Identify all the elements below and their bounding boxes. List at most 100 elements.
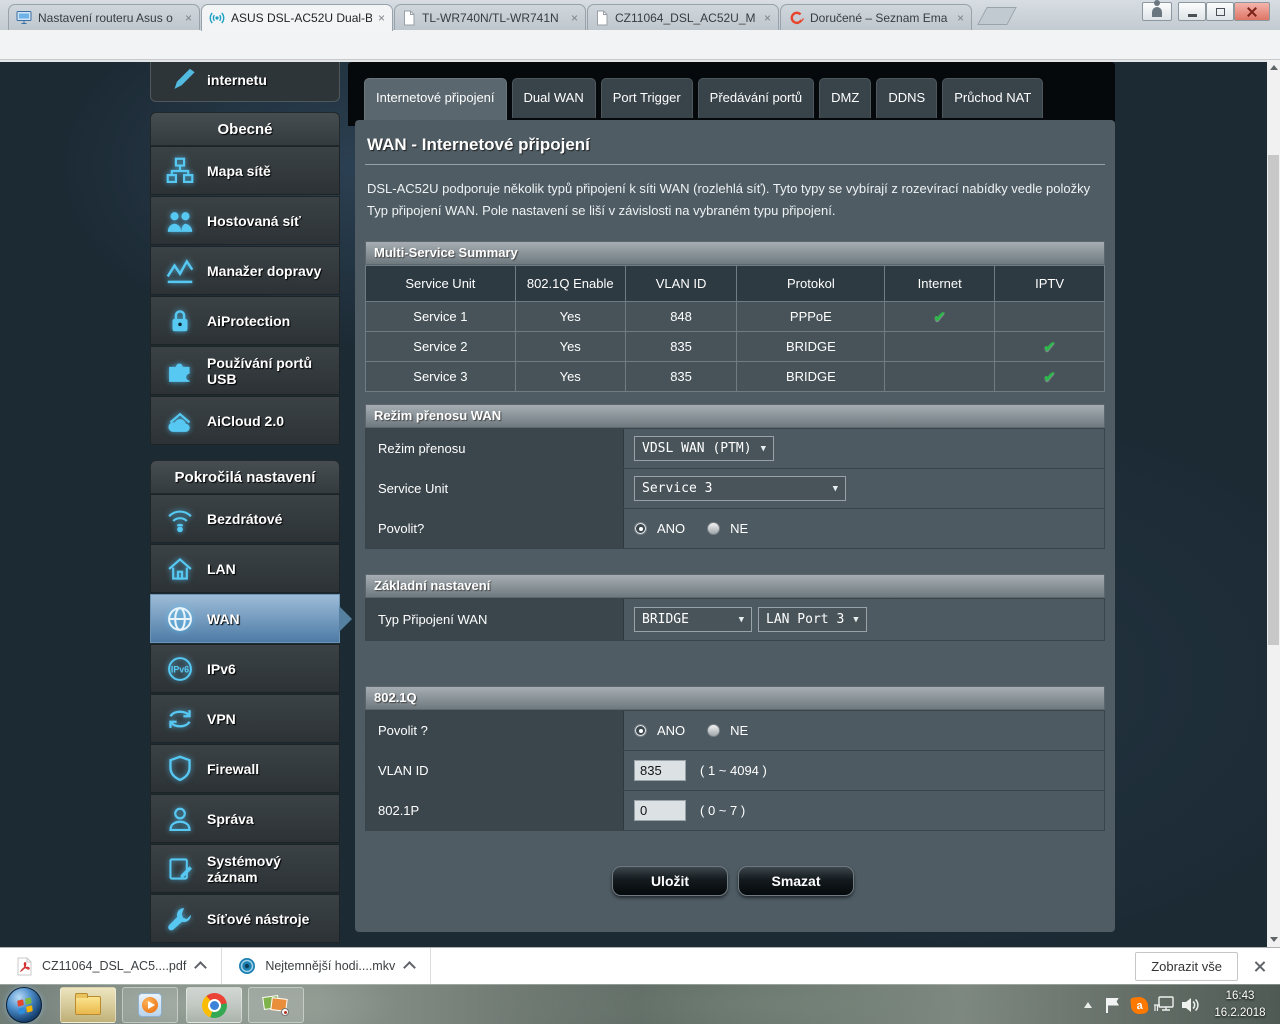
table-row: Service 1 Yes 848 PPPoE ✔	[365, 301, 1105, 333]
start-button[interactable]	[6, 987, 42, 1023]
tab-title: Doručené – Seznam Ema	[810, 10, 948, 25]
new-tab-button[interactable]	[977, 7, 1017, 25]
close-button[interactable]	[1234, 2, 1270, 21]
sidebar-item-ipv6[interactable]: IPv6 IPv6	[150, 644, 340, 693]
section-header-summary: Multi-Service Summary	[365, 241, 1105, 266]
table-cell: ✔	[994, 361, 1105, 393]
profile-button[interactable]	[1142, 0, 1172, 21]
delete-button[interactable]: Smazat	[738, 866, 854, 897]
sidebar-item-vpn[interactable]: VPN	[150, 694, 340, 743]
sidebar-item-quick-setup[interactable]: internetu	[150, 62, 340, 102]
table-cell: Yes	[514, 331, 626, 363]
wan-type-dropdown[interactable]: BRIDGE ▼	[634, 607, 752, 633]
tab-dmz[interactable]: DMZ	[819, 78, 872, 118]
sidebar-item-network-map[interactable]: Mapa sítě	[150, 146, 340, 195]
download-item-pdf[interactable]: CZ11064_DSL_AC5....pdf	[0, 948, 223, 984]
wan-mode-form: Režim přenosu VDSL WAN (PTM) ▼ Service Un…	[365, 428, 1105, 550]
caret-down-icon: ▼	[832, 483, 838, 494]
field-label: 802.1P	[366, 791, 624, 831]
download-item-mkv[interactable]: Nejtemnější hodi....mkv	[222, 948, 432, 984]
ipv6-icon: IPv6	[168, 656, 192, 681]
sidebar-item-label: Firewall	[207, 760, 260, 777]
check-icon: ✔	[1043, 338, 1056, 356]
tab-close-icon[interactable]: ×	[764, 12, 771, 24]
browser-tab-2-active[interactable]: ASUS DSL-AC52U Dual-B ×	[201, 4, 393, 31]
tab-port-trigger[interactable]: Port Trigger	[600, 78, 693, 118]
page-scrollbar[interactable]	[1267, 60, 1280, 947]
wifi-signal-icon	[209, 12, 225, 24]
radio-yes[interactable]	[634, 522, 647, 536]
sidebar-item-lan[interactable]: LAN	[150, 544, 340, 593]
sidebar-item-guest-network[interactable]: Hostovaná síť	[150, 196, 340, 245]
sidebar-item-firewall[interactable]: Firewall	[150, 744, 340, 793]
browser-tab-5[interactable]: Doručené – Seznam Ema ×	[780, 4, 972, 30]
browser-tab-1[interactable]: Nastavení routeru Asus o ×	[8, 4, 200, 30]
sidebar-item-usb[interactable]: Používání portů USB	[150, 346, 340, 395]
tab-close-icon[interactable]: ×	[378, 12, 385, 24]
vlan-id-input[interactable]	[634, 760, 686, 782]
sidebar-item-administration[interactable]: Správa	[150, 794, 340, 843]
lan-port-dropdown[interactable]: LAN Port 3 ▼	[758, 607, 867, 633]
radio-no[interactable]	[707, 724, 721, 738]
tab-port-forwarding[interactable]: Předávání portů	[697, 78, 815, 118]
minimize-button[interactable]	[1178, 2, 1206, 21]
tab-close-icon[interactable]: ×	[185, 12, 192, 24]
sidebar-item-aiprotection[interactable]: AiProtection	[150, 296, 340, 345]
tray-volume-icon[interactable]	[1178, 985, 1202, 1024]
table-cell: Service 3	[365, 361, 516, 393]
close-download-bar-icon[interactable]	[1254, 960, 1266, 972]
taskbar-clock[interactable]: 16:43 16.2.2018	[1204, 988, 1276, 1022]
sidebar-item-label: VPN	[207, 710, 236, 727]
taskbar-chrome-button[interactable]	[186, 987, 242, 1023]
tab-dual-wan[interactable]: Dual WAN	[511, 78, 596, 118]
action-center-icon[interactable]	[1103, 985, 1123, 1024]
chevron-up-icon[interactable]	[404, 962, 416, 970]
pen-icon	[174, 68, 195, 89]
show-all-downloads-button[interactable]: Zobrazit vše	[1135, 951, 1238, 981]
sidebar-item-wan-selected[interactable]: WAN	[150, 594, 352, 643]
sidebar-item-traffic-manager[interactable]: Manažer dopravy	[150, 246, 340, 295]
sidebar-item-label: internetu	[207, 72, 267, 88]
scrollbar-thumb[interactable]	[1268, 155, 1279, 645]
tab-title: Nastavení routeru Asus o	[38, 10, 173, 25]
download-filename: Nejtemnější hodi....mkv	[265, 959, 396, 973]
tab-nat-passthrough[interactable]: Průchod NAT	[942, 78, 1044, 118]
home-icon	[168, 557, 192, 580]
transfer-mode-dropdown[interactable]: VDSL WAN (PTM) ▼	[634, 436, 774, 462]
sidebar-item-network-tools[interactable]: Síťové nástroje	[150, 894, 340, 943]
scroll-down-button[interactable]	[1267, 932, 1280, 947]
avast-icon: a	[1129, 995, 1149, 1015]
sidebar-item-label: Manažer dopravy	[207, 262, 322, 279]
taskbar-image-viewer-button[interactable]	[248, 987, 304, 1023]
caret-down-icon: ▼	[760, 443, 766, 454]
tab-close-icon[interactable]: ×	[571, 12, 578, 24]
folder-icon	[75, 992, 101, 1015]
taskbar-media-player-button[interactable]	[122, 987, 178, 1023]
chevron-up-icon[interactable]	[195, 962, 207, 970]
sidebar-item-aicloud[interactable]: AiCloud 2.0	[150, 396, 340, 445]
tab-internet-connection[interactable]: Internetové připojení	[364, 78, 507, 125]
tray-avast-icon[interactable]: a	[1128, 985, 1150, 1024]
maximize-button[interactable]	[1206, 2, 1234, 21]
browser-tab-3[interactable]: TL-WR740N/TL-WR741N ×	[394, 4, 586, 30]
table-cell: BRIDGE	[736, 361, 886, 393]
sidebar-item-system-log[interactable]: Systémový záznam	[150, 844, 340, 893]
media-player-icon	[138, 993, 162, 1017]
maximize-icon	[1215, 7, 1225, 16]
8021p-input[interactable]	[634, 800, 686, 822]
taskbar-explorer-button[interactable]	[60, 987, 116, 1023]
tray-network-icon[interactable]	[1152, 985, 1176, 1024]
tab-ddns[interactable]: DDNS	[876, 78, 938, 118]
tab-close-icon[interactable]: ×	[957, 12, 964, 24]
save-button[interactable]: Uložit	[612, 866, 728, 897]
tray-expand-button[interactable]	[1078, 985, 1098, 1024]
radio-yes[interactable]	[634, 724, 647, 738]
sidebar-item-label: AiCloud 2.0	[207, 412, 285, 429]
basic-form: Typ Připojení WAN BRIDGE ▼ LAN Port 3 ▼	[365, 598, 1105, 642]
sidebar-item-label: Systémový záznam	[207, 852, 281, 885]
radio-no[interactable]	[707, 522, 721, 536]
sidebar-item-wireless[interactable]: Bezdrátové	[150, 494, 340, 543]
service-unit-dropdown[interactable]: Service 3 ▼	[634, 476, 846, 502]
scroll-up-button[interactable]	[1267, 60, 1280, 75]
browser-tab-4[interactable]: CZ11064_DSL_AC52U_M ×	[587, 4, 779, 30]
